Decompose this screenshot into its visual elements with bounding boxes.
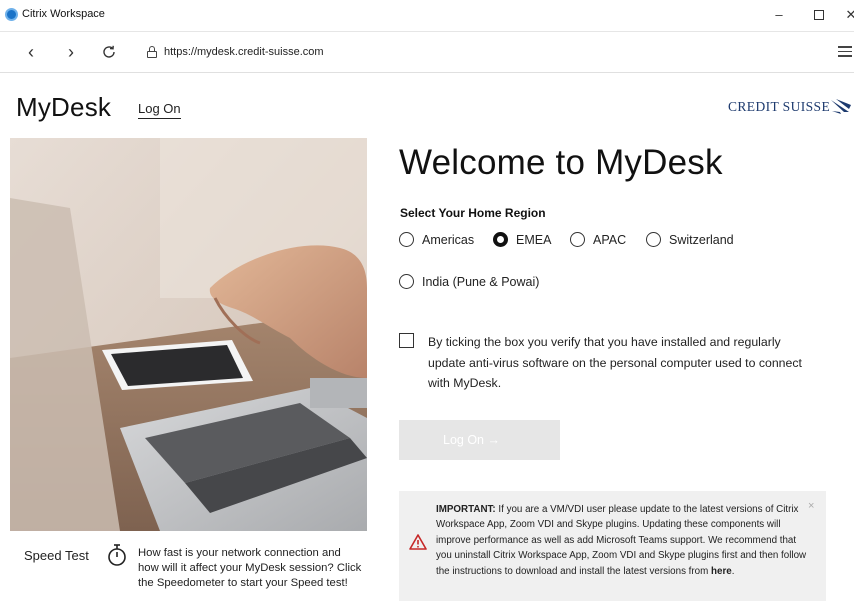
- radio-circle: [399, 274, 414, 289]
- region-heading: Select Your Home Region: [400, 206, 546, 220]
- warning-icon: [409, 534, 427, 550]
- citrix-app-icon: [5, 8, 18, 21]
- notice-close-button[interactable]: ×: [808, 500, 814, 512]
- speedometer-icon[interactable]: [106, 543, 128, 567]
- lock-icon: [147, 46, 157, 58]
- browser-navbar: ‹ › https://mydesk.credit-suisse.com: [0, 33, 854, 73]
- address-bar[interactable]: https://mydesk.credit-suisse.com: [164, 46, 324, 58]
- notice-here-link[interactable]: here: [711, 566, 732, 577]
- region-label: APAC: [593, 232, 627, 247]
- region-radio-india[interactable]: India (Pune & Powai): [399, 274, 539, 289]
- notice-period: .: [731, 565, 735, 577]
- region-radio-switzerland[interactable]: Switzerland: [646, 232, 734, 247]
- reload-icon: [103, 45, 115, 58]
- speed-test-description: How fast is your network connection and …: [138, 547, 362, 590]
- hero-image: [10, 138, 367, 531]
- maximize-button[interactable]: [806, 4, 832, 26]
- region-radio-emea[interactable]: EMEA: [493, 232, 551, 247]
- menu-icon[interactable]: [838, 46, 852, 58]
- back-button[interactable]: ‹: [18, 39, 44, 65]
- region-label: India (Pune & Powai): [422, 274, 540, 289]
- minimize-button[interactable]: –: [766, 4, 792, 26]
- forward-button[interactable]: ›: [58, 39, 84, 65]
- notice-text: IMPORTANT: If you are a VM/VDI user plea…: [436, 502, 808, 579]
- maximize-icon: [814, 10, 824, 20]
- region-radio-apac[interactable]: APAC: [570, 232, 626, 247]
- credit-suisse-sails-icon: [831, 99, 851, 114]
- region-label: EMEA: [516, 232, 552, 247]
- important-notice: IMPORTANT: If you are a VM/VDI user plea…: [399, 491, 826, 601]
- region-radio-americas[interactable]: Americas: [399, 232, 474, 247]
- notice-important-label: IMPORTANT:: [436, 504, 496, 515]
- radio-circle: [570, 232, 585, 247]
- antivirus-consent-checkbox[interactable]: [399, 333, 414, 348]
- radio-circle-selected: [493, 232, 508, 247]
- window-title: Citrix Workspace: [22, 8, 105, 20]
- page-title: Welcome to MyDesk: [399, 143, 723, 182]
- region-label: Americas: [422, 232, 475, 247]
- logon-button[interactable]: Log On →: [399, 420, 560, 460]
- logon-link[interactable]: Log On: [138, 101, 181, 119]
- antivirus-consent-text: By ticking the box you verify that you h…: [428, 335, 802, 390]
- radio-circle: [646, 232, 661, 247]
- credit-suisse-logo: CREDIT SUISSE: [728, 99, 831, 114]
- window-titlebar: Citrix Workspace – ✕: [0, 0, 854, 32]
- brand-title: MyDesk: [16, 92, 112, 122]
- laptop-tablet-illustration: [10, 138, 367, 531]
- close-window-button[interactable]: ✕: [838, 4, 854, 26]
- region-label: Switzerland: [669, 232, 734, 247]
- radio-circle: [399, 232, 414, 247]
- reload-button[interactable]: [96, 39, 122, 65]
- speed-test-label: Speed Test: [24, 548, 89, 563]
